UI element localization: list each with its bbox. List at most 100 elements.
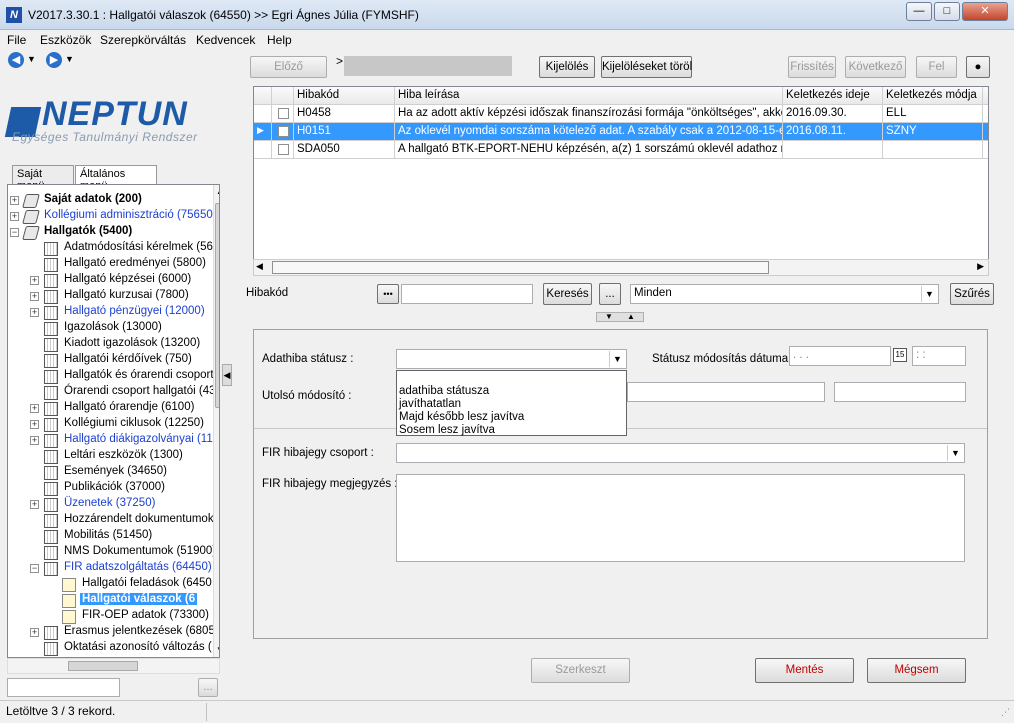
collapse-up-icon[interactable]: ▲ bbox=[627, 313, 635, 321]
fir-note-textarea[interactable] bbox=[396, 474, 965, 562]
search-button[interactable]: Keresés bbox=[543, 283, 592, 305]
grid-scroll-thumb[interactable] bbox=[272, 261, 769, 274]
expand-icon[interactable]: + bbox=[30, 292, 39, 301]
panel-resize-handle[interactable]: ▼ ▲ bbox=[596, 312, 644, 322]
fir-group-select[interactable]: ▼ bbox=[396, 443, 965, 463]
column-header[interactable]: Hibakód bbox=[294, 87, 395, 105]
column-header[interactable]: Keletkezés módja bbox=[883, 87, 983, 105]
search-options-button[interactable]: ••• bbox=[377, 284, 399, 304]
menu-file[interactable]: File bbox=[7, 33, 26, 47]
menu-search-input[interactable] bbox=[7, 678, 120, 697]
tree-vertical-scrollbar[interactable]: ▲ ▼ bbox=[213, 185, 219, 657]
chevron-down-icon[interactable]: ▼ bbox=[609, 351, 625, 367]
filter-select[interactable]: Minden ▼ bbox=[630, 284, 939, 304]
expand-icon[interactable]: + bbox=[30, 436, 39, 445]
collapse-icon[interactable]: − bbox=[10, 228, 19, 237]
tree-item-label: FIR adatszolgáltatás (64450) bbox=[64, 561, 212, 573]
previous-button[interactable]: Előző bbox=[250, 56, 327, 78]
status-option[interactable]: javíthatatlan bbox=[399, 398, 461, 410]
document-icon bbox=[44, 434, 58, 448]
expand-icon[interactable]: + bbox=[30, 500, 39, 509]
status-select[interactable]: ▼ bbox=[396, 349, 627, 369]
expand-icon[interactable]: + bbox=[10, 196, 19, 205]
unmark-all-button[interactable]: Kijelöléseket töröl bbox=[601, 56, 692, 78]
tree-item-label: Oktatási azonosító változás ( bbox=[64, 641, 212, 653]
row-indicator[interactable] bbox=[254, 105, 272, 123]
menu-favorites[interactable]: Kedvencek bbox=[196, 33, 255, 47]
expand-icon[interactable]: + bbox=[30, 404, 39, 413]
column-header[interactable]: Hiba leírása bbox=[395, 87, 783, 105]
row-checkbox[interactable] bbox=[278, 126, 289, 137]
expand-icon[interactable]: + bbox=[30, 276, 39, 285]
column-header[interactable]: Keletkezés ideje bbox=[783, 87, 883, 105]
close-button[interactable]: ✕ bbox=[962, 2, 1008, 21]
search-input[interactable] bbox=[401, 284, 533, 304]
book-icon bbox=[22, 210, 40, 224]
tree-scroll-thumb[interactable] bbox=[215, 203, 219, 408]
maximize-button[interactable]: □ bbox=[934, 2, 960, 21]
page-icon bbox=[62, 578, 76, 592]
row-checkbox[interactable] bbox=[278, 144, 289, 155]
pin-icon[interactable]: ● bbox=[966, 56, 990, 78]
menu-help[interactable]: Help bbox=[267, 33, 292, 47]
menu-role-switch[interactable]: Szerepkörváltás bbox=[100, 33, 186, 47]
table-cell-overflow bbox=[983, 123, 988, 141]
minimize-button[interactable]: — bbox=[906, 2, 932, 21]
collapse-down-icon[interactable]: ▼ bbox=[605, 313, 613, 321]
expand-icon[interactable]: + bbox=[30, 628, 39, 637]
status-option[interactable]: adathiba státusza bbox=[399, 385, 489, 397]
expand-icon[interactable]: + bbox=[30, 308, 39, 317]
forward-dropdown-icon[interactable]: ▼ bbox=[65, 54, 74, 64]
filter-button[interactable]: Szűrés bbox=[950, 283, 994, 305]
menu-search-button[interactable]: ... bbox=[198, 678, 218, 697]
document-icon bbox=[44, 450, 58, 464]
status-option[interactable]: Sosem lesz javítva bbox=[399, 424, 495, 436]
last-modifier-date-input[interactable] bbox=[834, 382, 966, 402]
table-cell bbox=[883, 141, 983, 159]
row-indicator[interactable]: ▶ bbox=[254, 123, 272, 141]
row-checkbox[interactable] bbox=[278, 108, 289, 119]
up-button[interactable]: Fel bbox=[916, 56, 957, 78]
row-indicator[interactable] bbox=[254, 141, 272, 159]
status-time-input[interactable]: : : bbox=[912, 346, 966, 366]
last-modifier-name-input[interactable] bbox=[627, 382, 825, 402]
column-header-blank[interactable] bbox=[254, 87, 272, 105]
expand-icon[interactable]: + bbox=[30, 420, 39, 429]
chevron-down-icon[interactable]: ▼ bbox=[947, 445, 963, 461]
row-checkbox-cell[interactable] bbox=[272, 105, 294, 123]
table-cell bbox=[783, 141, 883, 159]
cancel-button[interactable]: Mégsem bbox=[867, 658, 966, 683]
resize-grip-icon[interactable]: ⋰ bbox=[1001, 707, 1010, 718]
search-ellipsis-button[interactable]: ... bbox=[599, 283, 621, 305]
next-button[interactable]: Következő bbox=[845, 56, 906, 78]
save-button[interactable]: Mentés bbox=[755, 658, 854, 683]
table-cell: A hallgató BTK-EPORT-NEHU képzésén, a(z)… bbox=[395, 141, 783, 159]
mark-button[interactable]: Kijelölés bbox=[539, 56, 595, 78]
status-date-input[interactable]: . . . bbox=[789, 346, 891, 366]
tree-horizontal-scrollbar[interactable] bbox=[7, 658, 220, 674]
tab-own-menu[interactable]: Saját menü bbox=[12, 165, 74, 192]
table-cell-overflow bbox=[983, 141, 988, 159]
edit-button[interactable]: Szerkeszt bbox=[531, 658, 630, 683]
collapse-panel-arrow-icon[interactable]: ◀ bbox=[222, 364, 232, 386]
row-checkbox-cell[interactable] bbox=[272, 141, 294, 159]
column-header-blank[interactable] bbox=[272, 87, 294, 105]
refresh-button[interactable]: Frissítés bbox=[788, 56, 836, 78]
column-header-blank[interactable] bbox=[983, 87, 988, 105]
collapse-icon[interactable]: − bbox=[30, 564, 39, 573]
expand-icon[interactable]: + bbox=[10, 212, 19, 221]
document-icon bbox=[44, 546, 58, 560]
calendar-icon[interactable]: 15 bbox=[893, 348, 907, 362]
forward-arrow-icon[interactable]: ▶ bbox=[46, 52, 62, 68]
back-dropdown-icon[interactable]: ▼ bbox=[27, 54, 36, 64]
menu-tools[interactable]: Eszközök bbox=[40, 33, 91, 47]
error-grid: Hibakód Hiba leírása Keletkezés ideje Kelet… bbox=[253, 86, 989, 276]
tree-item-label: FIR-OEP adatok (73300) bbox=[82, 609, 209, 621]
back-arrow-icon[interactable]: ◀ bbox=[8, 52, 24, 68]
row-checkbox-cell[interactable] bbox=[272, 123, 294, 141]
tab-general-menu[interactable]: Általános menü bbox=[75, 165, 157, 192]
status-dropdown-list[interactable]: adathiba státusza javíthatatlan Majd kés… bbox=[396, 370, 627, 436]
status-option[interactable]: Majd később lesz javítva bbox=[399, 411, 524, 423]
chevron-down-icon[interactable]: ▼ bbox=[921, 286, 937, 302]
grid-horizontal-scrollbar[interactable]: ◀ ▶ bbox=[253, 259, 989, 276]
